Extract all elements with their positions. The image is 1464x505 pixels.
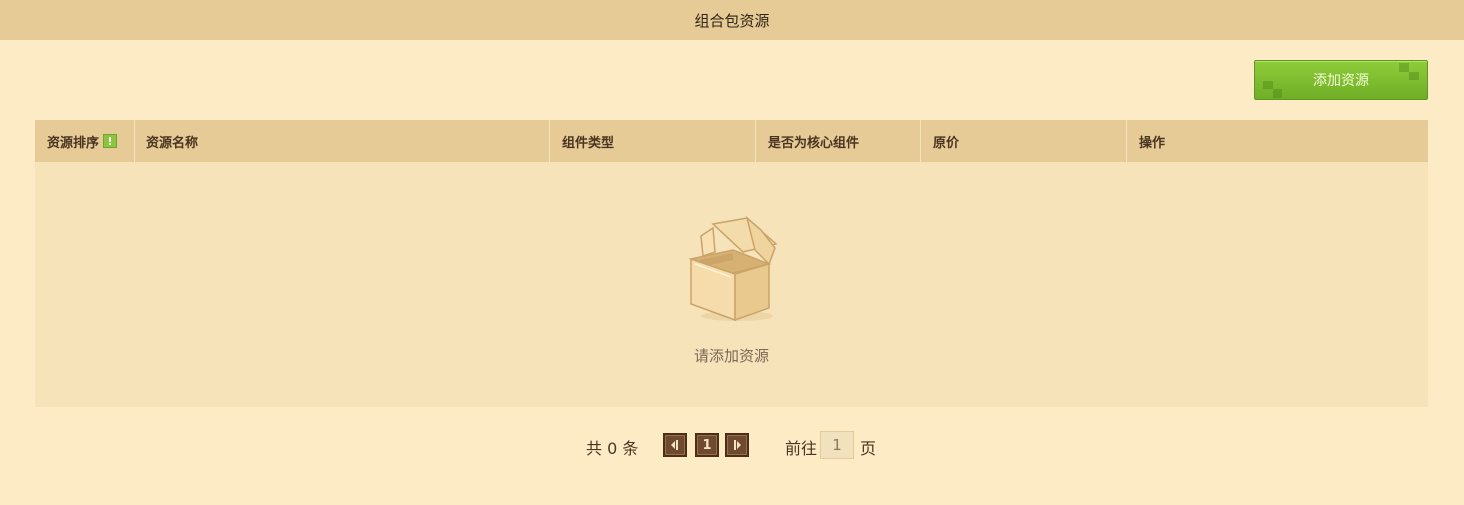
prev-arrow-icon	[671, 440, 678, 450]
button-pixel-decoration	[1409, 72, 1419, 80]
add-resource-button[interactable]: 添加资源	[1254, 60, 1428, 100]
page-suffix: 页	[860, 439, 877, 458]
prev-page-button[interactable]	[663, 433, 687, 457]
column-actions-label: 操作	[1139, 135, 1166, 151]
goto-page-input[interactable]	[820, 431, 854, 459]
add-resource-label: 添加资源	[1313, 73, 1369, 89]
column-sort-label: 资源排序	[47, 135, 100, 151]
column-name: 资源名称	[134, 120, 549, 162]
table-header: 资源排序 ! 资源名称 组件类型 是否为核心组件 原价 操作	[35, 120, 1428, 162]
column-type-label: 组件类型	[562, 135, 615, 151]
column-type: 组件类型	[549, 120, 755, 162]
page-title: 组合包资源	[694, 11, 770, 30]
column-price: 原价	[920, 120, 1126, 162]
warning-icon[interactable]: !	[103, 134, 118, 148]
empty-message: 请添加资源	[693, 347, 769, 365]
button-pixel-decoration	[1263, 81, 1273, 89]
button-pixel-decoration	[1399, 63, 1409, 72]
total-count: 共 0 条	[586, 439, 639, 458]
next-arrow-icon	[734, 440, 741, 450]
open-box-icon	[688, 215, 778, 322]
column-core-label: 是否为核心组件	[768, 135, 860, 151]
next-page-button[interactable]	[725, 433, 749, 457]
resource-table: 资源排序 ! 资源名称 组件类型 是否为核心组件 原价 操作 请添加资源	[35, 120, 1428, 407]
goto-label: 前往	[785, 439, 818, 458]
column-actions: 操作	[1126, 120, 1428, 162]
page-1-button[interactable]: 1	[695, 433, 719, 457]
column-name-label: 资源名称	[146, 135, 199, 151]
button-pixel-decoration	[1273, 89, 1282, 98]
title-bar: 组合包资源	[0, 0, 1464, 40]
column-sort: 资源排序 !	[35, 120, 134, 162]
column-core: 是否为核心组件	[755, 120, 920, 162]
pagination: 共 0 条 1 前往 页	[0, 431, 1464, 459]
column-price-label: 原价	[933, 135, 960, 151]
current-page-number: 1	[702, 437, 712, 453]
